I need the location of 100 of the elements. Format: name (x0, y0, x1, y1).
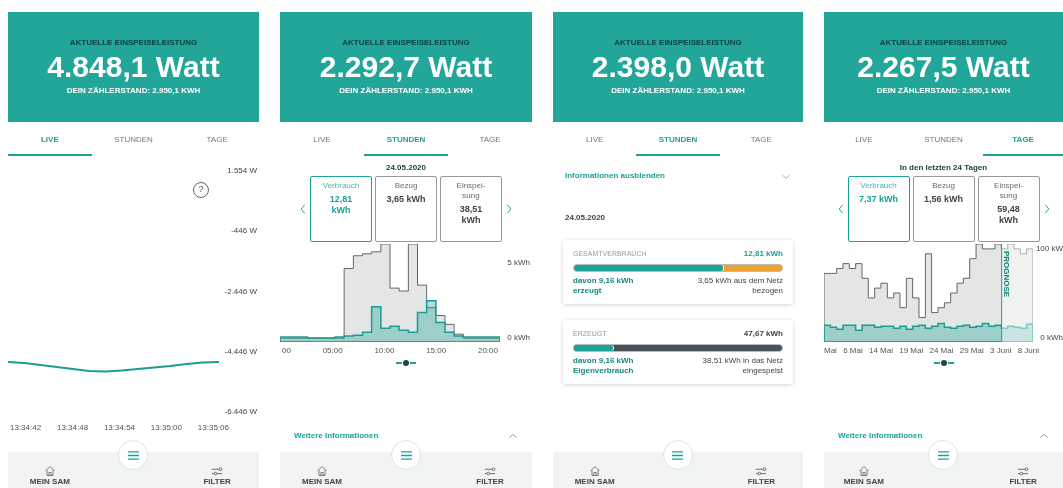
metric-card[interactable]: Bezug 3,65 kWh (375, 176, 437, 242)
axis-label: 13:35:00 (150, 423, 182, 432)
meter-reading: DEIN ZÄHLERSTAND: 2.950,1 KWH (876, 85, 1011, 97)
date-label: 24.05.2020 (564, 212, 607, 224)
axis-label: -6.446 W (224, 407, 257, 416)
home-tab[interactable]: MEIN SAM (8, 465, 92, 486)
power-label: AKTUELLE EINSPEISELEISTUNG (69, 37, 198, 49)
axis-label: 13:34:54 (103, 423, 136, 432)
metric-value: 7,37 kWh (859, 194, 898, 205)
tab[interactable]: STUNDEN (903, 126, 984, 156)
metric-card[interactable]: Bezug 1,56 kWh (912, 176, 975, 242)
axis-label: 13:34:42 (10, 423, 42, 432)
menu-button[interactable] (118, 440, 149, 470)
axis-label: 0 kWh (507, 333, 530, 342)
summary-note: 38,51 kWh in das Netz eingespeist (702, 356, 783, 376)
meter-reading: DEIN ZÄHLERSTAND: 2.950,1 KWH (611, 85, 745, 97)
tab[interactable]: TAGE (983, 126, 1063, 156)
tab[interactable]: TAGE (175, 126, 259, 156)
power-label: AKTUELLE EINSPEISELEISTUNG (879, 37, 1008, 49)
tab[interactable]: STUNDEN (91, 126, 176, 156)
metric-value: 1,56 kWh (924, 194, 963, 205)
metric-value: 3,65 kWh (386, 194, 426, 205)
menu-icon (937, 449, 950, 461)
power-value: 2.398,0 Watt (591, 49, 765, 85)
home-tab[interactable]: MEIN SAM (553, 465, 637, 486)
axis-label: Mai (824, 346, 837, 355)
metric-card[interactable]: Verbrauch 12,81 kWh (310, 176, 372, 242)
next-chevron-icon[interactable] (505, 203, 513, 215)
axis-label: -2.446 W (224, 286, 257, 296)
chevron-down-icon[interactable] (781, 172, 791, 180)
axis-label: 13:35:06 (197, 423, 229, 432)
home-icon (316, 465, 328, 477)
home-icon (857, 465, 870, 477)
axis-label: 19 Mai (899, 346, 924, 355)
home-icon (43, 465, 56, 477)
next-chevron-icon[interactable] (1042, 203, 1051, 215)
menu-button[interactable] (663, 440, 693, 470)
tab[interactable]: TAGE (448, 126, 532, 156)
menu-button[interactable] (928, 440, 959, 470)
tab[interactable]: STUNDEN (364, 126, 448, 156)
chevron-up-icon[interactable] (1039, 432, 1049, 440)
tab[interactable]: STUNDEN (636, 126, 720, 156)
filter-tab[interactable]: FILTER (448, 465, 532, 486)
help-button[interactable]: ? (193, 182, 209, 198)
axis-label: 6 Mai (843, 346, 863, 355)
axis-label: 100 kW (1035, 244, 1063, 253)
period-label: 24.05.2020 (385, 162, 426, 174)
meter-reading: DEIN ZÄHLERSTAND: 2.950,1 KWH (66, 85, 201, 97)
summary-total: 12,81 kWh (743, 248, 783, 260)
filter-tab[interactable]: FILTER (983, 465, 1063, 486)
menu-icon (399, 449, 413, 461)
tab[interactable]: LIVE (824, 126, 904, 156)
metric-value: 12,81 kWh (329, 194, 353, 216)
metric-card[interactable]: Einspei- sung 59,48 kWh (977, 176, 1040, 242)
axis-label: -446 W (231, 226, 257, 236)
tab[interactable]: LIVE (553, 126, 637, 156)
axis-label: 3 Juni (990, 346, 1012, 355)
axis-label: -4.446 W (224, 346, 257, 356)
tab[interactable]: LIVE (8, 126, 92, 156)
previous-chevron-icon[interactable] (299, 203, 307, 215)
summary-note: 3,65 kWh aus dem Netz bezogen (697, 276, 783, 296)
filter-icon (211, 465, 224, 477)
filter-tab[interactable]: FILTER (175, 465, 259, 486)
page-dots-icon[interactable] (933, 359, 954, 367)
meter-reading: DEIN ZÄHLERSTAND: 2.950,1 KWH (339, 85, 473, 97)
period-label: In den letzten 24 Tagen (899, 162, 988, 174)
axis-label: 13:34:48 (56, 423, 89, 432)
chevron-up-icon[interactable] (508, 432, 518, 440)
more-info-link[interactable]: Weitere Informationen (838, 430, 923, 442)
page-dots-icon[interactable] (396, 359, 416, 367)
metric-label: Einspei- sung (994, 181, 1023, 201)
menu-icon (127, 449, 140, 461)
home-tab[interactable]: MEIN SAM (280, 465, 364, 486)
axis-label: 0 kWh (1040, 333, 1063, 342)
hide-info-link[interactable]: Informationen ausblenden (565, 170, 665, 182)
axis-label: 20:00 (477, 346, 498, 355)
metric-label: Bezug (394, 181, 418, 191)
home-tab[interactable]: MEIN SAM (824, 465, 904, 486)
metric-label: Verbrauch (860, 181, 897, 191)
axis-label: 05:00 (322, 346, 343, 355)
previous-chevron-icon[interactable] (836, 203, 845, 215)
power-value: 4.848,1 Watt (47, 49, 220, 85)
filter-icon (1017, 465, 1030, 477)
tab[interactable]: LIVE (280, 126, 364, 156)
metric-label: Einspei- sung (456, 181, 486, 201)
summary-note: davon 9,16 kWh erzeugt (573, 276, 634, 296)
axis-label: 24 Mai (929, 346, 954, 355)
forecast-label: PROGNOSE (1000, 250, 1012, 298)
metric-value: 38,51 kWh (459, 204, 483, 226)
tab[interactable]: TAGE (719, 126, 803, 156)
axis-label: 1.554 W (227, 166, 257, 175)
axis-label: 00 (282, 346, 291, 355)
menu-button[interactable] (391, 440, 421, 470)
more-info-link[interactable]: Weitere Informationen (294, 430, 379, 442)
metric-label: Verbrauch (322, 181, 360, 191)
filter-icon (755, 465, 768, 477)
metric-card[interactable]: Einspei- sung 38,51 kWh (440, 176, 502, 242)
metric-value: 59,48 kWh (997, 204, 1020, 226)
filter-tab[interactable]: FILTER (719, 465, 803, 486)
metric-card[interactable]: Verbrauch 7,37 kWh (847, 176, 910, 242)
